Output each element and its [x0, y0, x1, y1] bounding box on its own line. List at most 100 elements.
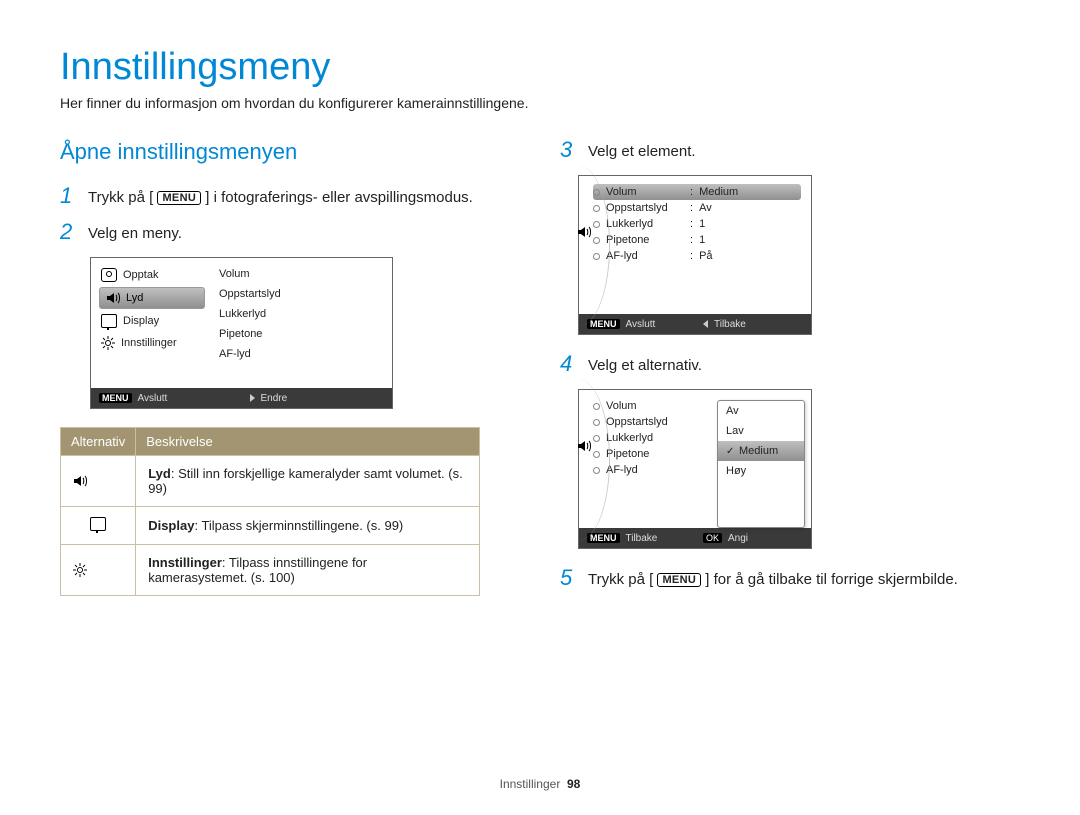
step-number: 4	[560, 353, 578, 375]
camera-footbar: MENUAvslutt Endre	[91, 388, 392, 408]
display-icon	[101, 314, 117, 328]
row-term: Innstillinger	[148, 555, 222, 570]
item-value: Medium	[699, 186, 759, 198]
camera-screen-element: Volum:Medium Oppstartslyd:Av Lukkerlyd:1…	[578, 175, 812, 335]
foot-right-label: Angi	[728, 533, 748, 544]
menu-icon: MENU	[587, 319, 620, 330]
page-footer: Innstillinger 98	[0, 777, 1080, 791]
foot-right-label: Endre	[261, 393, 288, 404]
list-item[interactable]: Lukkerlyd:1	[593, 216, 811, 232]
foot-left-label: Avslutt	[626, 319, 656, 330]
list-item[interactable]: Oppstartslyd:Av	[593, 200, 811, 216]
list-item-label: Opptak	[123, 269, 158, 281]
item-value: På	[699, 250, 759, 262]
step-2: 2 Velg en meny.	[60, 221, 520, 243]
gear-icon	[73, 563, 123, 577]
list-item[interactable]: Volum	[213, 264, 392, 284]
list-item[interactable]: AF-lyd:På	[593, 248, 811, 264]
item-key: AF-lyd	[606, 464, 638, 476]
list-item: Oppstartslyd	[593, 414, 713, 430]
list-item: Lukkerlyd	[593, 430, 713, 446]
step-5-text-b: ] for å gå tilbake til forrige skjermbil…	[705, 571, 958, 588]
menu-item-display[interactable]: Display	[95, 310, 209, 332]
chevron-left-icon	[703, 320, 708, 328]
camera-icon	[101, 268, 117, 282]
camera-footbar: MENUTilbake OKAngi	[579, 528, 811, 548]
camera-screen-menu: Opptak Lyd Display Innstillinger Volum O…	[90, 257, 393, 409]
section-heading: Åpne innstillingsmenyen	[60, 139, 520, 165]
row-term: Display	[148, 518, 194, 533]
list-item-label: Oppstartslyd	[219, 288, 281, 300]
camera-footbar: MENU Avslutt Tilbake	[579, 314, 811, 334]
list-item: AF-lyd	[593, 462, 713, 478]
list-item[interactable]: Oppstartslyd	[213, 284, 392, 304]
arc-decoration	[549, 380, 610, 540]
page-title: Innstillingsmeny	[60, 46, 1020, 89]
item-key: AF-lyd	[606, 250, 684, 262]
item-value: Av	[699, 202, 759, 214]
camera-right-pane: Volum Oppstartslyd Lukkerlyd Pipetone AF…	[209, 258, 392, 388]
step-number: 2	[60, 221, 78, 243]
popup-item-label: Medium	[739, 445, 778, 457]
sound-icon	[577, 440, 591, 452]
list-item[interactable]: Volum:Medium	[593, 184, 801, 200]
table-row: Display: Tilpass skjerminnstillingene. (…	[61, 507, 480, 545]
popup-item-selected[interactable]: Medium	[718, 441, 804, 461]
table-row: Innstillinger: Tilpass innstillingene fo…	[61, 545, 480, 596]
list-item-label: Display	[123, 315, 159, 327]
item-key: Lukkerlyd	[606, 218, 684, 230]
list-item[interactable]: AF-lyd	[213, 344, 392, 364]
list-item[interactable]: Pipetone	[213, 324, 392, 344]
check-icon	[726, 445, 735, 454]
menu-icon: MENU	[157, 191, 201, 205]
item-key: Lukkerlyd	[606, 432, 653, 444]
table-header-alt: Alternativ	[61, 428, 136, 456]
item-value: 1	[699, 234, 759, 246]
step-5: 5 Trykk på [ MENU ] for å gå tilbake til…	[560, 567, 1020, 589]
table-header-desc: Beskrivelse	[136, 428, 480, 456]
menu-icon: MENU	[657, 573, 701, 587]
step-number: 1	[60, 185, 78, 207]
foot-right-label: Tilbake	[714, 319, 746, 330]
options-table: Alternativ Beskrivelse Lyd: Still inn fo…	[60, 427, 480, 596]
step-3: 3 Velg et element.	[560, 139, 1020, 161]
display-icon	[90, 517, 106, 531]
item-key: Volum	[606, 186, 684, 198]
item-key: Volum	[606, 400, 637, 412]
step-1: 1 Trykk på [ MENU ] i fotograferings- el…	[60, 185, 520, 207]
step-4-text: Velg et alternativ.	[588, 353, 702, 374]
list-item-label: Innstillinger	[121, 337, 177, 349]
list-item-label: Volum	[219, 268, 250, 280]
list-item: Volum	[593, 398, 713, 414]
page-intro: Her finner du informasjon om hvordan du …	[60, 95, 1020, 111]
camera-screen-option: Volum Oppstartslyd Lukkerlyd Pipetone AF…	[578, 389, 812, 549]
menu-item-settings[interactable]: Innstillinger	[95, 332, 209, 354]
step-3-text: Velg et element.	[588, 139, 696, 160]
chevron-right-icon	[250, 394, 255, 402]
sound-icon	[106, 292, 120, 304]
popup-item[interactable]: Av	[718, 401, 804, 421]
camera-left-pane: Opptak Lyd Display Innstillinger	[91, 258, 209, 388]
list-item[interactable]: Lukkerlyd	[213, 304, 392, 324]
popup-item[interactable]: Lav	[718, 421, 804, 441]
step-2-text: Velg en meny.	[88, 221, 182, 242]
row-desc: : Tilpass skjerminnstillingene. (s. 99)	[194, 518, 403, 533]
menu-item-record[interactable]: Opptak	[95, 264, 209, 286]
options-popup: Av Lav Medium Høy	[717, 400, 805, 528]
menu-icon: MENU	[587, 533, 620, 544]
list-item: Pipetone	[593, 446, 713, 462]
step-5-text-a: Trykk på [	[588, 571, 653, 588]
table-row: Lyd: Still inn forskjellige kameralyder …	[61, 456, 480, 507]
menu-item-sound[interactable]: Lyd	[99, 287, 205, 309]
step-number: 3	[560, 139, 578, 161]
step-4: 4 Velg et alternativ.	[560, 353, 1020, 375]
popup-item[interactable]: Høy	[718, 461, 804, 481]
list-item-label: Lukkerlyd	[219, 308, 266, 320]
list-item[interactable]: Pipetone:1	[593, 232, 811, 248]
sound-icon	[73, 475, 123, 487]
item-key: Oppstartslyd	[606, 202, 684, 214]
step-1-text-a: Trykk på [	[88, 189, 153, 206]
list-item-label: Pipetone	[219, 328, 262, 340]
footer-section: Innstillinger	[500, 777, 561, 791]
arc-decoration	[549, 166, 610, 326]
